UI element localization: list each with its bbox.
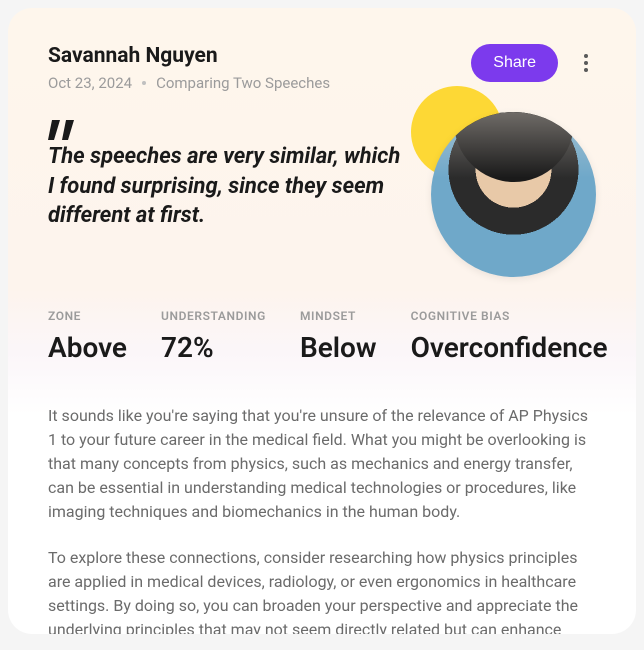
post-topic: Comparing Two Speeches <box>156 74 330 92</box>
share-button[interactable]: Share <box>471 44 558 82</box>
meta-row: Oct 23, 2024 Comparing Two Speeches <box>48 74 471 92</box>
stat-mindset: MINDSET Below <box>300 309 377 364</box>
stat-value: 72% <box>161 331 266 364</box>
body-text: It sounds like you're saying that you're… <box>48 404 596 634</box>
stat-zone: ZONE Above <box>48 309 127 364</box>
post-date: Oct 23, 2024 <box>48 74 132 92</box>
separator-dot <box>142 81 146 85</box>
avatar <box>431 112 596 277</box>
stat-label: MINDSET <box>300 309 377 323</box>
stat-value: Overconfidence <box>411 331 608 364</box>
stat-label: UNDERSTANDING <box>161 309 266 323</box>
quote-mark-icon <box>48 120 78 140</box>
more-options-icon[interactable] <box>576 54 596 72</box>
avatar-container <box>431 112 596 277</box>
body-paragraph: It sounds like you're saying that you're… <box>48 404 596 524</box>
header-actions: Share <box>471 44 596 82</box>
content-row: The speeches are very similar, which I f… <box>48 112 596 277</box>
stat-label: ZONE <box>48 309 127 323</box>
insight-card: Savannah Nguyen Oct 23, 2024 Comparing T… <box>8 8 636 634</box>
header-meta: Savannah Nguyen Oct 23, 2024 Comparing T… <box>48 44 471 92</box>
stat-label: COGNITIVE BIAS <box>411 309 608 323</box>
stat-value: Below <box>300 331 377 364</box>
card-header: Savannah Nguyen Oct 23, 2024 Comparing T… <box>48 44 596 92</box>
body-paragraph: To explore these connections, consider r… <box>48 546 596 634</box>
stat-understanding: UNDERSTANDING 72% <box>161 309 266 364</box>
stats-row: ZONE Above UNDERSTANDING 72% MINDSET Bel… <box>48 309 596 364</box>
stat-value: Above <box>48 331 127 364</box>
quote-text: The speeches are very similar, which I f… <box>48 142 401 231</box>
author-name: Savannah Nguyen <box>48 44 471 68</box>
stat-cognitive-bias: COGNITIVE BIAS Overconfidence <box>411 309 608 364</box>
quote-block: The speeches are very similar, which I f… <box>48 112 401 231</box>
